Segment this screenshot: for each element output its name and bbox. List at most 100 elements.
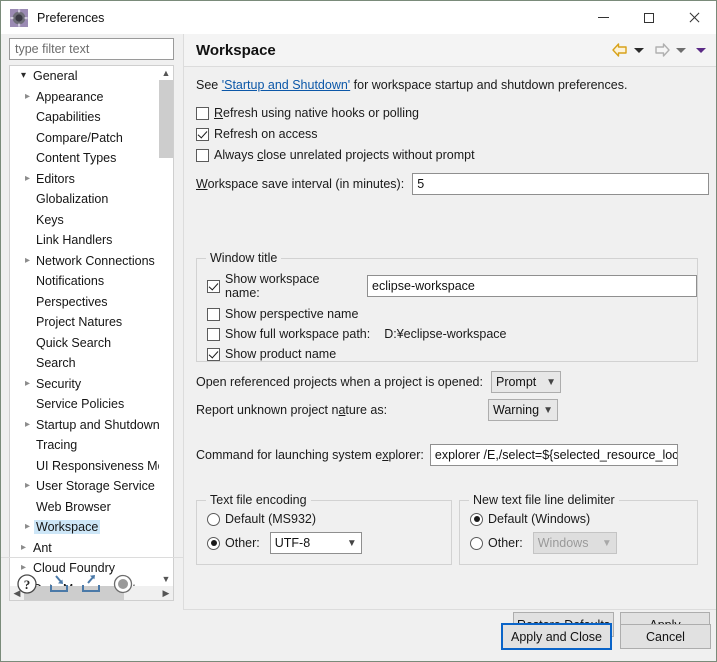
chevron-down-icon[interactable]: ▾ (16, 71, 31, 81)
report-nature-value: Warning (493, 403, 540, 417)
show-perspective-name-checkbox[interactable] (207, 307, 220, 321)
tree-item-label: Globalization (36, 192, 109, 207)
tree-item-search[interactable]: Search (10, 353, 159, 374)
tree-item-workspace[interactable]: ▸ Workspace (10, 517, 159, 538)
open-referenced-dropdown[interactable]: Prompt ▼ (490, 371, 561, 393)
delimiter-default-row[interactable]: Default (Windows) (470, 512, 697, 526)
tree-item-label: Capabilities (36, 110, 101, 125)
show-full-path-row[interactable]: Show full workspace path: D:¥eclipse-wor… (207, 327, 697, 341)
show-workspace-name-checkbox[interactable] (207, 279, 220, 293)
delimiter-default-radio[interactable] (470, 512, 483, 526)
forward-dropdown-icon[interactable] (676, 47, 686, 53)
page-nav-icons (608, 34, 710, 66)
close-icon (688, 12, 700, 24)
dialog-footer: Apply and Close Cancel (183, 609, 716, 661)
tree-item-label: Keys (36, 212, 64, 227)
tree-item-project-natures[interactable]: Project Natures (10, 312, 159, 333)
report-nature-label: Report unknown project nature as: (196, 403, 388, 417)
chevron-right-icon[interactable]: ▸ (20, 255, 35, 266)
apply-and-close-button[interactable]: Apply and Close (501, 623, 612, 650)
explorer-command-input[interactable]: explorer /E,/select=${selected_resource_… (429, 444, 678, 466)
text-file-encoding-label: Text file encoding (206, 493, 311, 507)
description-suffix: for workspace startup and shutdown prefe… (350, 78, 628, 92)
full-workspace-path-value: D:¥eclipse-workspace (384, 327, 507, 341)
show-perspective-name-label: Show perspective name (225, 307, 359, 321)
show-full-workspace-path-checkbox[interactable] (207, 327, 220, 341)
refresh-on-access-checkbox[interactable] (196, 127, 209, 141)
vertical-scroll-thumb[interactable] (159, 80, 173, 158)
show-workspace-name-row[interactable]: Show workspace name: eclipse-workspace (207, 272, 697, 300)
tree-item-appearance[interactable]: ▸ Appearance (10, 87, 159, 108)
tree-item-keys[interactable]: Keys (10, 210, 159, 231)
checkbox-row-close-unrelated[interactable]: Always close unrelated projects without … (196, 148, 716, 162)
encoding-default-radio[interactable] (207, 512, 220, 526)
tree-item-editors[interactable]: ▸ Editors (10, 169, 159, 190)
tree-item-startup-and-shutdown[interactable]: ▸ Startup and Shutdown (10, 415, 159, 436)
tree-item-perspectives[interactable]: Perspectives (10, 292, 159, 313)
forward-arrow-icon[interactable] (653, 42, 671, 58)
tree-item-label: Web Browser (36, 499, 111, 514)
tree-item-ant[interactable]: ▸ Ant (10, 538, 159, 559)
tree-item-security[interactable]: ▸ Security (10, 374, 159, 395)
tree-item-label: Network Connections (36, 253, 155, 268)
startup-shutdown-link[interactable]: 'Startup and Shutdown' (222, 78, 350, 92)
help-icon[interactable]: ? (15, 572, 39, 596)
tree-vertical-scrollbar[interactable]: ▲ ▼ (159, 66, 173, 586)
tree-item-user-storage-service[interactable]: ▸ User Storage Service (10, 476, 159, 497)
report-nature-dropdown[interactable]: Warning ▼ (488, 399, 558, 421)
tree-item-web-browser[interactable]: Web Browser (10, 497, 159, 518)
tree-item-label: Security (36, 376, 82, 391)
filter-box[interactable] (9, 38, 174, 60)
refresh-native-hooks-checkbox[interactable] (196, 106, 209, 120)
chevron-right-icon[interactable]: ▸ (20, 419, 35, 430)
close-button[interactable] (671, 1, 716, 34)
cancel-button[interactable]: Cancel (620, 624, 711, 649)
preferences-tree[interactable]: ▾ General ▸ Appearance Capabilities Compare/P… (9, 65, 174, 601)
maximize-button[interactable] (626, 1, 671, 34)
close-unrelated-projects-checkbox[interactable] (196, 148, 209, 162)
view-menu-icon[interactable] (696, 47, 706, 53)
tree-item-tracing[interactable]: Tracing (10, 435, 159, 456)
tree-item-link-handlers[interactable]: Link Handlers (10, 230, 159, 251)
encoding-default-row[interactable]: Default (MS932) (207, 512, 451, 526)
minimize-button[interactable] (581, 1, 626, 34)
show-perspective-name-row[interactable]: Show perspective name (207, 307, 697, 321)
tree-item-globalization[interactable]: Globalization (10, 189, 159, 210)
checkbox-row-refresh-access[interactable]: Refresh on access (196, 127, 716, 141)
chevron-right-icon[interactable]: ▸ (16, 542, 31, 553)
checkbox-row-refresh-native[interactable]: RRefresh using native hooks or pollingef… (196, 106, 716, 120)
import-preferences-icon[interactable] (47, 572, 71, 596)
scroll-up-arrow[interactable]: ▲ (159, 66, 173, 80)
chevron-right-icon[interactable]: ▸ (20, 522, 35, 532)
show-product-name-row[interactable]: Show product name (207, 347, 697, 361)
tree-item-service-policies[interactable]: Service Policies (10, 394, 159, 415)
encoding-other-dropdown[interactable]: UTF-8 ▼ (269, 532, 362, 554)
show-product-name-checkbox[interactable] (207, 347, 220, 361)
delimiter-other-radio[interactable] (470, 536, 483, 550)
tree-item-quick-search[interactable]: Quick Search (10, 333, 159, 354)
workspace-name-input[interactable]: eclipse-workspace (367, 275, 697, 297)
back-arrow-icon[interactable] (611, 42, 629, 58)
chevron-down-icon: ▼ (601, 537, 612, 549)
back-dropdown-icon[interactable] (634, 47, 644, 53)
tree-item-network-connections[interactable]: ▸ Network Connections (10, 251, 159, 272)
encoding-other-row[interactable]: Other: UTF-8 ▼ (207, 532, 451, 554)
chevron-right-icon[interactable]: ▸ (20, 173, 35, 184)
encoding-other-radio[interactable] (207, 536, 220, 550)
search-input[interactable] (10, 39, 173, 59)
chevron-right-icon[interactable]: ▸ (20, 91, 35, 102)
svg-text:?: ? (24, 577, 31, 592)
tree-item-capabilities[interactable]: Capabilities (10, 107, 159, 128)
tree-item-content-types[interactable]: Content Types (10, 148, 159, 169)
export-preferences-icon[interactable] (79, 572, 103, 596)
tree-item-compare-patch[interactable]: Compare/Patch (10, 128, 159, 149)
toggle-icon[interactable] (111, 572, 135, 596)
chevron-right-icon[interactable]: ▸ (20, 481, 35, 491)
tree-item-general[interactable]: ▾ General (10, 66, 159, 87)
chevron-right-icon[interactable]: ▸ (20, 378, 35, 389)
tree-item-notifications[interactable]: Notifications (10, 271, 159, 292)
delimiter-other-row[interactable]: Other: Windows ▼ (470, 532, 697, 554)
save-interval-input[interactable]: 5 (412, 173, 710, 195)
tree-item-ui-responsiveness-mo[interactable]: UI Responsiveness Mo (10, 456, 159, 477)
tree-item-label: Notifications (36, 274, 105, 289)
